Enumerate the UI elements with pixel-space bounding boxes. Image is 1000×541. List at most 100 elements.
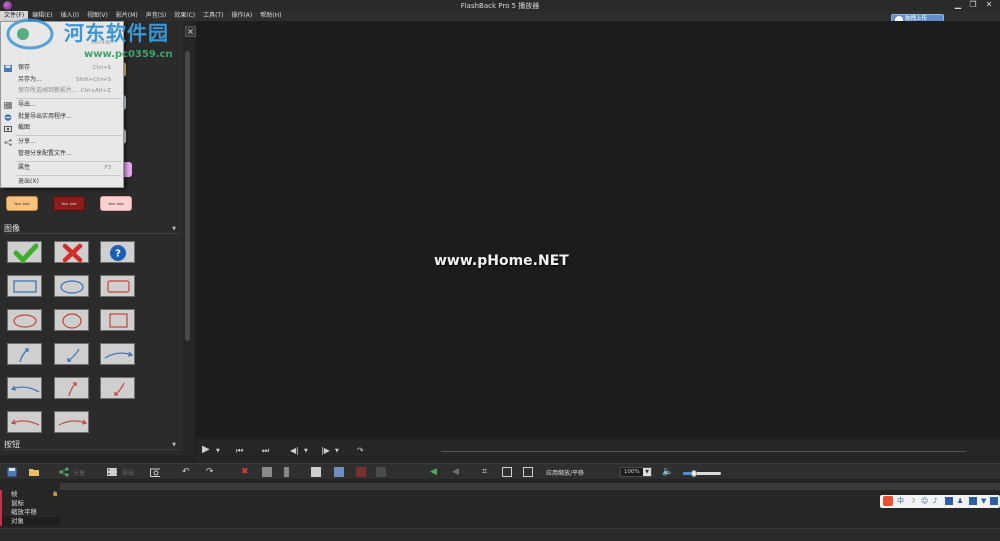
pan-icon[interactable] [523,467,533,477]
image-rect-red[interactable] [100,275,135,297]
image-square-red[interactable] [100,309,135,331]
image-cross[interactable] [54,241,89,263]
share-icon[interactable] [59,467,69,477]
insert-frame-icon[interactable] [262,467,272,477]
menu-effects[interactable]: 效果(C) [170,11,199,21]
close-button[interactable]: ✕ [982,0,996,11]
timeline-ruler[interactable] [60,483,1000,490]
zoom-select[interactable]: 100% ▼ [620,467,652,477]
ime-smile-icon[interactable]: ☺ [921,497,929,505]
image-circle-red[interactable] [54,309,89,331]
image-arrow-right[interactable] [100,343,135,365]
image-ellipse-red[interactable] [7,309,42,331]
image-arrow-up-red[interactable] [54,377,89,399]
mute-sound-icon[interactable]: ◀ [452,467,462,477]
scrollbar-thumb[interactable] [185,51,190,341]
lock-icon[interactable]: 🔒 [52,490,58,499]
export-film-icon[interactable] [107,467,117,477]
play-icon[interactable]: ▶ [202,444,210,455]
next-frame-icon[interactable]: |▶ [321,446,330,455]
images-section-title: 图像 [4,224,20,233]
track-objects[interactable]: 对象 [0,517,60,526]
menu-item-screenshot[interactable]: 截图 [1,122,123,134]
batch-export-icon [4,114,12,121]
crop-icon[interactable]: ⌗ [482,467,492,477]
skip-end-icon[interactable]: ⏭ [262,446,269,456]
export-icon [4,102,12,109]
track-zoom-pan[interactable]: 缩放平移 [0,508,60,517]
apply-zoom-pan-label[interactable]: 应用缩放/平移 [546,468,584,477]
site-url-watermark: www.pc0359.cn [84,49,173,60]
skip-start-icon[interactable]: ⏮ [236,446,243,456]
resize-icon[interactable] [502,467,512,477]
play-dropdown-icon[interactable]: ▼ [216,448,220,454]
ime-shirt-icon[interactable]: ▼ [981,497,989,505]
export-label[interactable]: 导出 [122,468,134,477]
ime-mic-icon[interactable]: ♪ [933,497,941,505]
close-panel-icon[interactable]: × [185,26,196,37]
save-icon[interactable] [7,467,17,477]
volume-icon[interactable]: 🔈 [662,467,673,477]
status-bar [0,528,1000,541]
menu-item-properties[interactable]: 属性 F3 [1,162,123,174]
open-folder-icon[interactable] [29,467,39,477]
track-frames[interactable]: 帧 🔒 [0,490,60,499]
ime-chinese-icon[interactable]: 中 [897,497,905,505]
sound-icon[interactable]: ◀ [430,467,440,477]
loop-icon[interactable]: ↷ [357,446,364,455]
ime-logo-icon[interactable] [883,496,893,506]
menu-help[interactable]: 帮助(H) [256,11,285,21]
image-insert-icon[interactable] [334,467,344,477]
menu-actions[interactable]: 操作(A) [227,11,256,21]
menu-item-manage-share-profiles[interactable]: 管理分享配置文件... [1,148,123,160]
image-arrow-right-red[interactable] [54,411,89,433]
image-rect-blue[interactable] [7,275,42,297]
image-arrow-left[interactable] [7,377,42,399]
image-arrow-down-red[interactable] [100,377,135,399]
split-icon[interactable] [284,467,289,477]
comment-icon[interactable] [311,467,321,477]
ime-grid-icon[interactable] [969,497,977,505]
ime-keyboard-icon[interactable] [945,497,953,505]
images-section-header[interactable]: 图像 ▼ [4,224,178,234]
image-help[interactable]: ? [100,241,135,263]
volume-slider[interactable] [683,470,721,477]
playback-slider[interactable] [441,451,966,452]
image-arrow-down[interactable] [54,343,89,365]
ime-moon-icon[interactable]: ☽ [909,497,917,505]
ime-user-icon[interactable]: ♟ [957,497,965,505]
volume-knob[interactable] [691,470,698,477]
ime-menu-icon[interactable] [990,497,998,505]
prev-frame-icon[interactable]: ◀| [290,446,299,455]
arrow-left-icon [10,385,40,393]
prev-dropdown-icon[interactable]: ▼ [304,448,308,454]
track-label-text: 缩放平移 [11,508,37,516]
menu-item-label: 管理分享配置文件... [18,150,72,157]
track-mouse[interactable]: 鼠标 [0,499,60,508]
menu-item-exit[interactable]: 退出(X) [1,176,123,188]
next-dropdown-icon[interactable]: ▼ [335,448,339,454]
menu-item-save[interactable]: 保存 Ctrl+S [1,62,123,74]
style-button-orange[interactable]: Your text [6,196,38,211]
image-arrow-left-red[interactable] [7,411,42,433]
share-label[interactable]: 分享 [73,468,85,477]
menu-item-export[interactable]: 导出... [1,99,123,111]
image-arrow-up[interactable] [7,343,42,365]
restore-button[interactable]: ❐ [966,0,980,11]
buttons-section-header[interactable]: 按钮 ▼ [4,440,178,450]
menu-item-share[interactable]: 分享... [1,136,123,148]
menu-item-shortcut: Ctrl+S [93,65,111,71]
style-button-pink[interactable]: Your text [100,196,132,211]
undo-icon[interactable]: ↶ [182,467,192,477]
style-button-darkred[interactable]: Your text [53,196,85,211]
delete-icon[interactable]: ✖ [241,467,251,477]
left-panel-scrollbar[interactable] [183,21,193,455]
preview-canvas[interactable] [196,21,1000,439]
minimize-button[interactable]: ▁ [951,0,965,11]
redo-icon[interactable]: ↷ [206,467,216,477]
camera-icon[interactable] [150,467,160,477]
svg-text:?: ? [115,249,121,260]
image-ellipse-blue[interactable] [54,275,89,297]
menu-tools[interactable]: 工具(T) [199,11,227,21]
image-checkmark[interactable] [7,241,42,264]
